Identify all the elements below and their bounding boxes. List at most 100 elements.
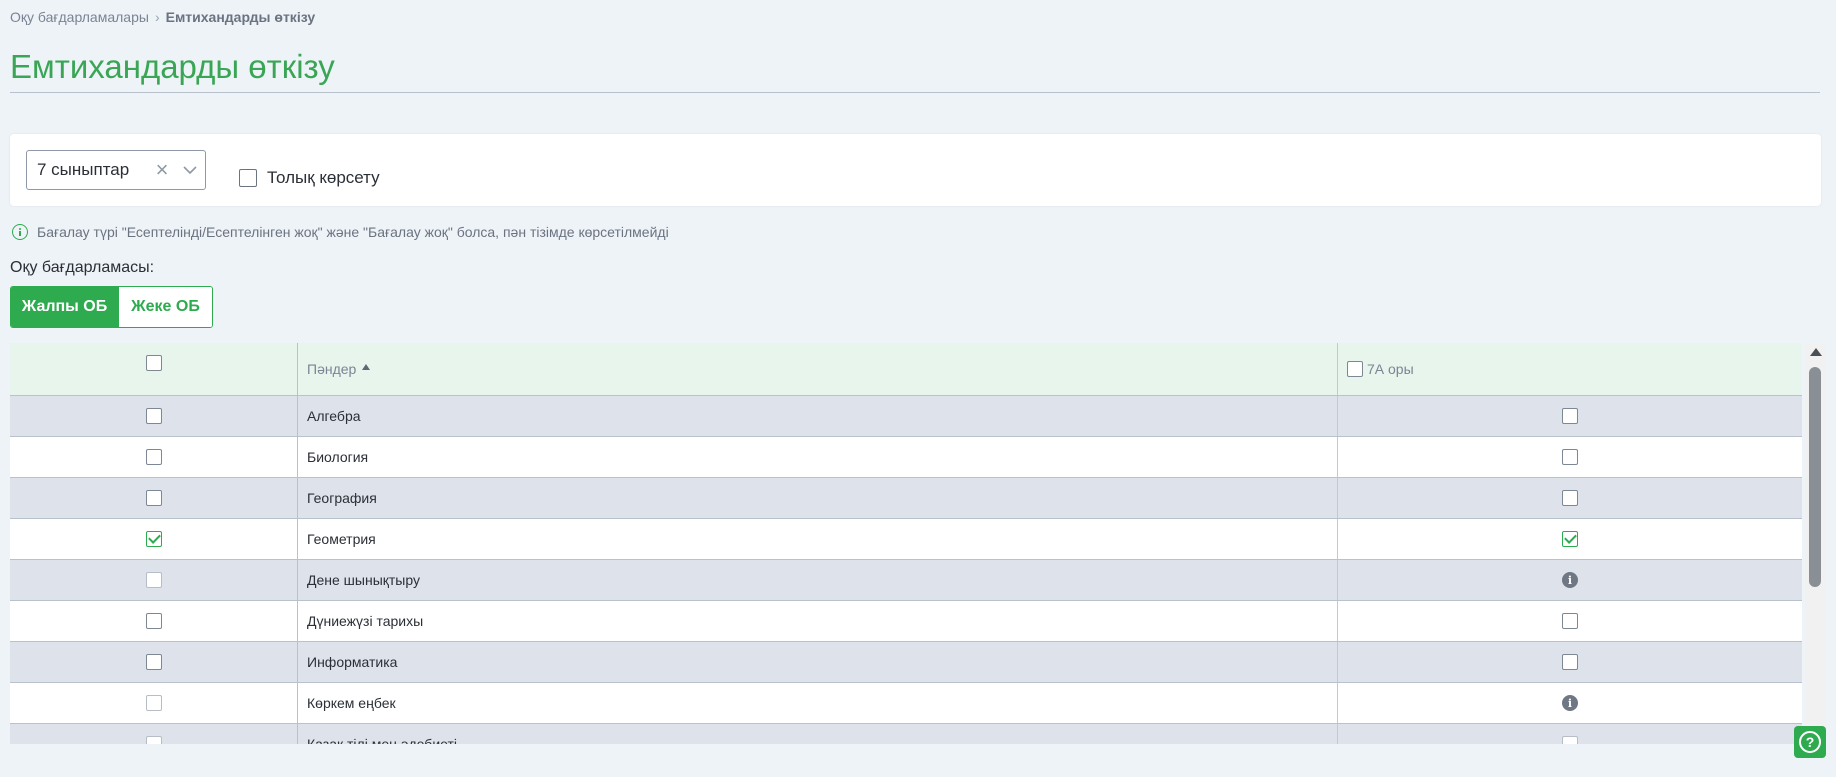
show-all-checkbox[interactable] xyxy=(239,169,257,187)
subject-name: Биология xyxy=(307,449,369,465)
class-select[interactable]: 7 сыныптар × xyxy=(26,150,206,190)
row-select-cell xyxy=(10,560,298,600)
row-select-checkbox[interactable] xyxy=(145,654,162,670)
page-title: Емтихандарды өткізу xyxy=(10,48,335,85)
subject-name: Информатика xyxy=(307,654,398,670)
subject-name: Көркем еңбек xyxy=(307,695,396,711)
row-select-cell xyxy=(10,642,298,682)
subject-cell: Геометрия xyxy=(298,519,1338,559)
program-switch: Жалпы ОБ Жеке ОБ xyxy=(10,286,213,328)
class-cell: i xyxy=(1338,683,1802,723)
program-general-button[interactable]: Жалпы ОБ xyxy=(11,287,118,327)
scroll-up-icon[interactable] xyxy=(1810,348,1822,356)
subject-name: География xyxy=(307,490,377,506)
breadcrumb: Оқу бағдарламалары › Емтихандарды өткізу xyxy=(10,9,315,25)
class-cell xyxy=(1338,519,1802,559)
row-select-cell xyxy=(10,437,298,477)
class-cell xyxy=(1338,478,1802,518)
info-icon[interactable]: i xyxy=(1562,572,1578,588)
subject-cell: Алгебра xyxy=(298,396,1338,436)
row-select-cell xyxy=(10,724,298,744)
header-select-cell xyxy=(10,343,298,395)
subject-cell: Дүниежүзі тарихы xyxy=(298,601,1338,641)
row-select-checkbox[interactable] xyxy=(145,449,162,465)
info-icon[interactable]: i xyxy=(1562,695,1578,711)
breadcrumb-current: Емтихандарды өткізу xyxy=(165,9,316,25)
class-cell: i xyxy=(1338,560,1802,600)
sort-up-icon xyxy=(362,364,371,370)
row-select-checkbox xyxy=(145,695,162,711)
table-row: Қазақ тілі мен әдебиеті xyxy=(10,724,1802,744)
info-note-text: Бағалау түрі "Есептелінді/Есептелінген ж… xyxy=(37,224,669,240)
class-exam-checkbox[interactable] xyxy=(1562,449,1578,465)
subject-cell: Биология xyxy=(298,437,1338,477)
table-header: Пәндер 7А оры xyxy=(10,343,1802,396)
help-button[interactable]: ? xyxy=(1794,726,1826,758)
subjects-grid: Пәндер 7А оры Алгебра Биология География Ге… xyxy=(10,343,1802,744)
subject-cell: География xyxy=(298,478,1338,518)
class-exam-checkbox[interactable] xyxy=(1562,613,1578,629)
row-select-checkbox[interactable] xyxy=(145,531,162,547)
subject-name: Дене шынықтыру xyxy=(307,572,420,588)
row-select-cell xyxy=(10,519,298,559)
subject-cell: Информатика xyxy=(298,642,1338,682)
close-icon[interactable]: × xyxy=(149,159,175,181)
class-exam-checkbox xyxy=(1562,736,1578,744)
title-divider xyxy=(10,92,1820,93)
info-circle-icon xyxy=(12,224,28,240)
show-all-label: Толық көрсету xyxy=(267,168,380,187)
class-exam-checkbox[interactable] xyxy=(1562,531,1578,547)
class-exam-checkbox[interactable] xyxy=(1562,654,1578,670)
table-row: Информатика xyxy=(10,642,1802,683)
subject-name: Геометрия xyxy=(307,531,376,547)
row-select-checkbox[interactable] xyxy=(145,613,162,629)
class-cell xyxy=(1338,601,1802,641)
table-row: Дене шынықтыру i xyxy=(10,560,1802,601)
class-column-checkbox[interactable] xyxy=(1347,361,1363,377)
row-select-cell xyxy=(10,683,298,723)
table-row: Көркем еңбек i xyxy=(10,683,1802,724)
chevron-down-icon[interactable] xyxy=(175,165,205,175)
question-circle-icon: ? xyxy=(1799,731,1821,753)
class-column-label: 7А оры xyxy=(1367,361,1414,377)
class-exam-checkbox[interactable] xyxy=(1562,408,1578,424)
row-select-cell xyxy=(10,601,298,641)
subject-name: Қазақ тілі мен әдебиеті xyxy=(307,736,457,744)
class-select-value: 7 сыныптар xyxy=(37,160,130,179)
row-select-checkbox[interactable] xyxy=(145,490,162,506)
chevron-right-icon: › xyxy=(154,9,160,25)
subject-cell: Дене шынықтыру xyxy=(298,560,1338,600)
table-row: Геометрия xyxy=(10,519,1802,560)
info-note: Бағалау түрі "Есептелінді/Есептелінген ж… xyxy=(12,224,669,240)
table-body: Алгебра Биология География Геометрия Дене шы… xyxy=(10,396,1802,744)
scroll-thumb[interactable] xyxy=(1809,367,1821,587)
subject-cell: Қазақ тілі мен әдебиеті xyxy=(298,724,1338,744)
table-row: Биология xyxy=(10,437,1802,478)
subjects-table: Пәндер 7А оры Алгебра Биология География Ге… xyxy=(10,343,1826,744)
show-all-toggle[interactable]: Толық көрсету xyxy=(239,168,380,188)
class-cell xyxy=(1338,724,1802,744)
class-cell xyxy=(1338,642,1802,682)
table-row: Алгебра xyxy=(10,396,1802,437)
class-cell xyxy=(1338,437,1802,477)
class-exam-checkbox[interactable] xyxy=(1562,490,1578,506)
row-select-cell xyxy=(10,396,298,436)
table-row: География xyxy=(10,478,1802,519)
table-row: Дүниежүзі тарихы xyxy=(10,601,1802,642)
subject-column-label: Пәндер xyxy=(307,361,357,377)
subject-column-header[interactable]: Пәндер xyxy=(298,343,1338,395)
subject-name: Дүниежүзі тарихы xyxy=(307,613,424,629)
program-label: Оқу бағдарламасы: xyxy=(10,259,155,276)
row-select-cell xyxy=(10,478,298,518)
filter-card: 7 сыныптар × Толық көрсету xyxy=(10,134,1821,206)
select-all-checkbox[interactable] xyxy=(145,355,162,371)
program-individual-button[interactable]: Жеке ОБ xyxy=(118,287,212,327)
class-cell xyxy=(1338,396,1802,436)
breadcrumb-parent-link[interactable]: Оқу бағдарламалары xyxy=(10,9,149,25)
row-select-checkbox xyxy=(145,736,162,744)
row-select-checkbox xyxy=(145,572,162,588)
row-select-checkbox[interactable] xyxy=(145,408,162,424)
subject-cell: Көркем еңбек xyxy=(298,683,1338,723)
class-column-header: 7А оры xyxy=(1338,343,1802,395)
table-scrollbar[interactable] xyxy=(1805,343,1826,744)
